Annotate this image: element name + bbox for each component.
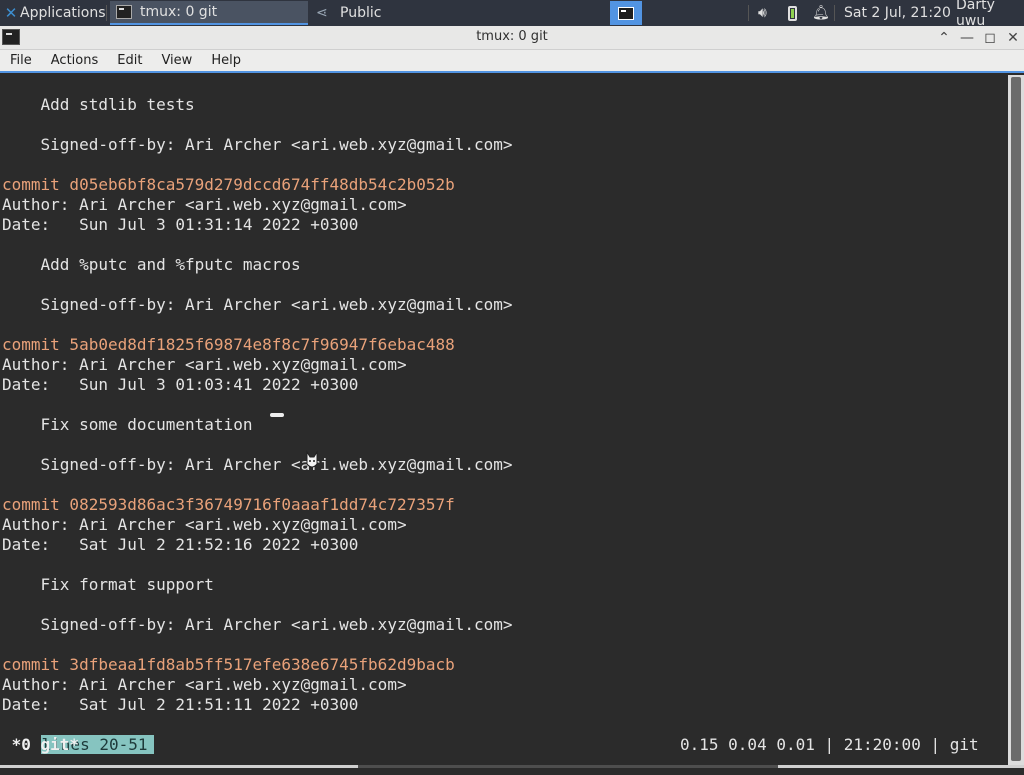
shade-up-icon[interactable]: ⌃ (934, 28, 954, 48)
commit-hash-line: commit 5ab0ed8df1825f69874e8f8c7f96947f6… (2, 335, 455, 354)
terminal-line: Author: Ari Archer <ari.web.xyz@gmail.co… (2, 355, 407, 374)
terminal-line: Fix format support (2, 575, 214, 594)
panel-separator (748, 5, 749, 21)
pager-status-line: lines 20-51 (2, 715, 154, 754)
terminal-area[interactable]: Add stdlib tests Signed-off-by: Ari Arch… (0, 75, 1008, 768)
terminal-line: Date: Sun Jul 3 01:31:14 2022 +0300 (2, 215, 359, 234)
taskbar-item-public[interactable]: ⋖ Public (310, 1, 508, 25)
tmux-window-tab[interactable]: *0 git* (2, 735, 79, 755)
panel-separator (106, 5, 107, 21)
window-title: tmux: 0 git (476, 29, 548, 44)
cat-cursor-icon (306, 450, 318, 468)
workspace-terminal-button[interactable] (610, 1, 642, 25)
menu-edit[interactable]: Edit (107, 53, 151, 68)
window-titlebar[interactable]: tmux: 0 git ⌃ — ◻ ✕ (0, 26, 1024, 50)
top-panel: ✕ Applications tmux: 0 git ⋖ Public 🔊︎ 🔔… (0, 0, 1024, 29)
xfce-logo-icon: ✕ (4, 4, 18, 22)
terminal-line: Date: Sat Jul 2 21:51:11 2022 +0300 (2, 695, 359, 714)
commit-hash-line: commit 082593d86ac3f36749716f0aaaf1dd74c… (2, 495, 455, 514)
battery-icon[interactable] (788, 0, 797, 26)
maximize-icon[interactable]: ◻ (980, 28, 1000, 48)
notification-bell-icon[interactable]: 🔔︎ (812, 0, 830, 26)
menu-bar: File Actions Edit View Help (0, 50, 1024, 73)
terminal-line: Add %putc and %fputc macros (2, 255, 301, 274)
terminal-line: Author: Ari Archer <ari.web.xyz@gmail.co… (2, 515, 407, 534)
taskbar-item-label: tmux: 0 git (140, 4, 218, 20)
terminal-icon (116, 5, 132, 19)
menu-view[interactable]: View (151, 53, 201, 68)
terminal-line: Signed-off-by: Ari Archer <ari.web.xyz@g… (2, 455, 513, 474)
terminal-line: Date: Sun Jul 3 01:03:41 2022 +0300 (2, 375, 359, 394)
menu-actions[interactable]: Actions (41, 53, 108, 68)
terminal-line: Author: Ari Archer <ari.web.xyz@gmail.co… (2, 675, 407, 694)
terminal-line: Fix some documentation (2, 415, 253, 434)
terminal-line: Add stdlib tests (2, 95, 195, 114)
terminal-line: Author: Ari Archer <ari.web.xyz@gmail.co… (2, 195, 407, 214)
terminal-line: Signed-off-by: Ari Archer <ari.web.xyz@g… (2, 295, 513, 314)
clock[interactable]: Sat 2 Jul, 21:20 (844, 0, 951, 26)
terminal-line: Date: Sat Jul 2 21:52:16 2022 +0300 (2, 535, 359, 554)
volume-icon[interactable]: 🔊︎ (758, 0, 767, 26)
commit-hash-line: commit d05eb6bf8ca579d279dccd674ff48db54… (2, 175, 455, 194)
menu-file[interactable]: File (0, 53, 41, 68)
tmux-status-right: 0.15 0.04 0.01 | 21:20:00 | git (680, 735, 979, 754)
close-icon[interactable]: ✕ (1003, 28, 1023, 48)
mouse-pointer-icon (270, 413, 284, 417)
applications-menu[interactable]: ✕ Applications (0, 0, 106, 26)
terminal-line: Signed-off-by: Ari Archer <ari.web.xyz@g… (2, 135, 513, 154)
menu-help[interactable]: Help (201, 53, 250, 68)
share-folder-icon: ⋖ (316, 5, 328, 21)
terminal-line: Signed-off-by: Ari Archer <ari.web.xyz@g… (2, 615, 513, 634)
vertical-scrollbar[interactable] (1008, 75, 1024, 768)
taskbar-item-tmux[interactable]: tmux: 0 git (110, 1, 308, 25)
commit-hash-line: commit 3dfbeaa1fd8ab5ff517efe638e6745fb6… (2, 655, 455, 674)
panel-separator (834, 5, 835, 21)
applications-label: Applications (20, 5, 106, 21)
scrollbar-thumb[interactable] (1011, 77, 1021, 761)
terminal-icon (618, 6, 634, 20)
minimize-icon[interactable]: — (957, 28, 977, 48)
taskbar-item-label: Public (340, 5, 382, 21)
user-name[interactable]: Darty uwu (956, 0, 1024, 29)
